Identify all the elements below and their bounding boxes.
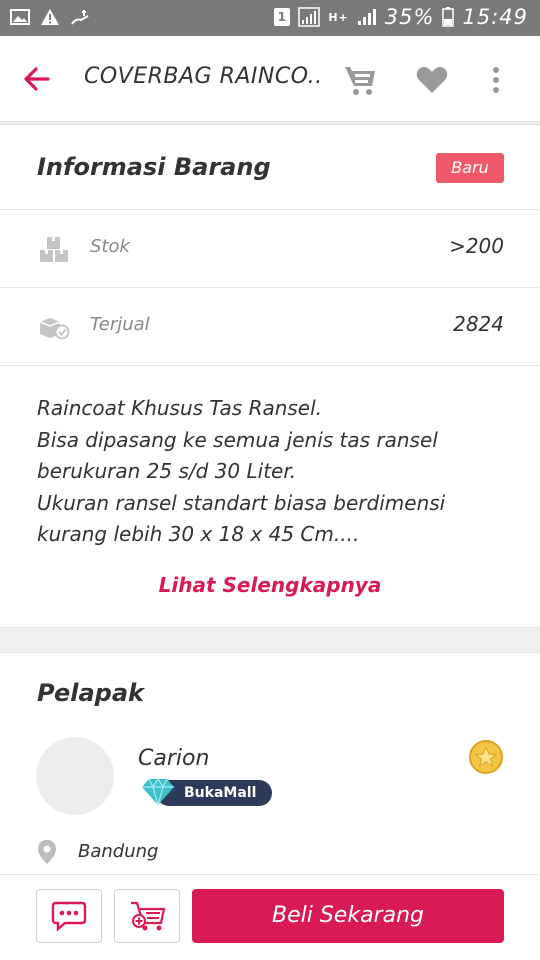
bukamall-badge: BukaMall (140, 777, 272, 807)
status-bar: 1 H+ 35% 15:49 (0, 0, 540, 36)
description-line: Raincoat Khusus Tas Ransel. (37, 396, 323, 420)
wishlist-button[interactable] (414, 62, 450, 98)
description-line: kurang lebih 30 x 18 x 45 Cm.... (37, 522, 360, 546)
sold-box-check-icon (39, 318, 70, 340)
status-notifications (10, 8, 92, 26)
chat-button[interactable] (36, 889, 102, 943)
star-medal-icon (469, 740, 503, 774)
description-line: berukuran 25 s/d 30 Liter. (37, 459, 297, 483)
stock-label: Stok (90, 236, 130, 257)
warning-icon (41, 9, 59, 25)
network-type: H+ (328, 10, 349, 24)
back-button[interactable] (20, 62, 54, 96)
more-options-button[interactable] (486, 62, 506, 98)
sold-row: Terjual 2824 (0, 287, 540, 365)
page-title: COVERBAG RAINCO... (84, 64, 324, 89)
boxes-icon (40, 237, 68, 262)
product-description: Raincoat Khusus Tas Ransel. Bisa dipasan… (37, 393, 507, 551)
product-info-card: Informasi Barang Baru Stok >200 Terjual … (0, 124, 540, 628)
clock: 15:49 (462, 5, 528, 29)
chat-bubble-icon (51, 901, 87, 932)
divider (0, 365, 540, 366)
location-pin-icon (38, 840, 56, 864)
sim-indicator: 1 (274, 8, 291, 26)
seller-avatar[interactable] (36, 737, 114, 815)
bottom-action-bar: Beli Sekarang (0, 874, 540, 960)
stock-value: >200 (449, 234, 504, 258)
sold-value: 2824 (453, 312, 504, 336)
signal-icon (298, 7, 321, 27)
description-line: Bisa dipasang ke semua jenis tas ransel (37, 427, 438, 452)
section-title-seller: Pelapak (37, 679, 144, 707)
usb-hand-icon (71, 10, 89, 25)
description-line: Ukuran ransel standart biasa berdimensi (37, 490, 446, 515)
section-title-product-info: Informasi Barang (37, 153, 271, 181)
battery-icon (442, 7, 455, 27)
image-icon (10, 9, 30, 25)
condition-badge: Baru (436, 153, 504, 183)
sold-label: Terjual (90, 314, 150, 335)
cart-add-icon (131, 901, 166, 931)
see-more-link[interactable]: Lihat Selengkapnya (0, 573, 540, 597)
cart-icon (345, 67, 375, 95)
diamond-icon (142, 777, 174, 806)
status-system: 1 H+ 35% 15:49 (274, 5, 528, 29)
buy-now-button[interactable]: Beli Sekarang (192, 889, 504, 943)
more-vert-icon (493, 67, 499, 93)
stock-row: Stok >200 (0, 209, 540, 287)
seller-level-badge[interactable] (468, 739, 504, 775)
cart-button[interactable] (342, 62, 378, 98)
seller-name[interactable]: Carion (138, 746, 209, 771)
battery-percent: 35% (384, 5, 435, 29)
arrow-left-icon (24, 67, 50, 91)
seller-location: Bandung (78, 841, 159, 862)
app-bar: COVERBAG RAINCO... (0, 36, 540, 122)
heart-icon (416, 67, 448, 93)
add-to-cart-button[interactable] (114, 889, 180, 943)
seller-card: Pelapak Carion BukaMall Bandung (0, 652, 540, 874)
signal-bars-icon (357, 9, 376, 25)
